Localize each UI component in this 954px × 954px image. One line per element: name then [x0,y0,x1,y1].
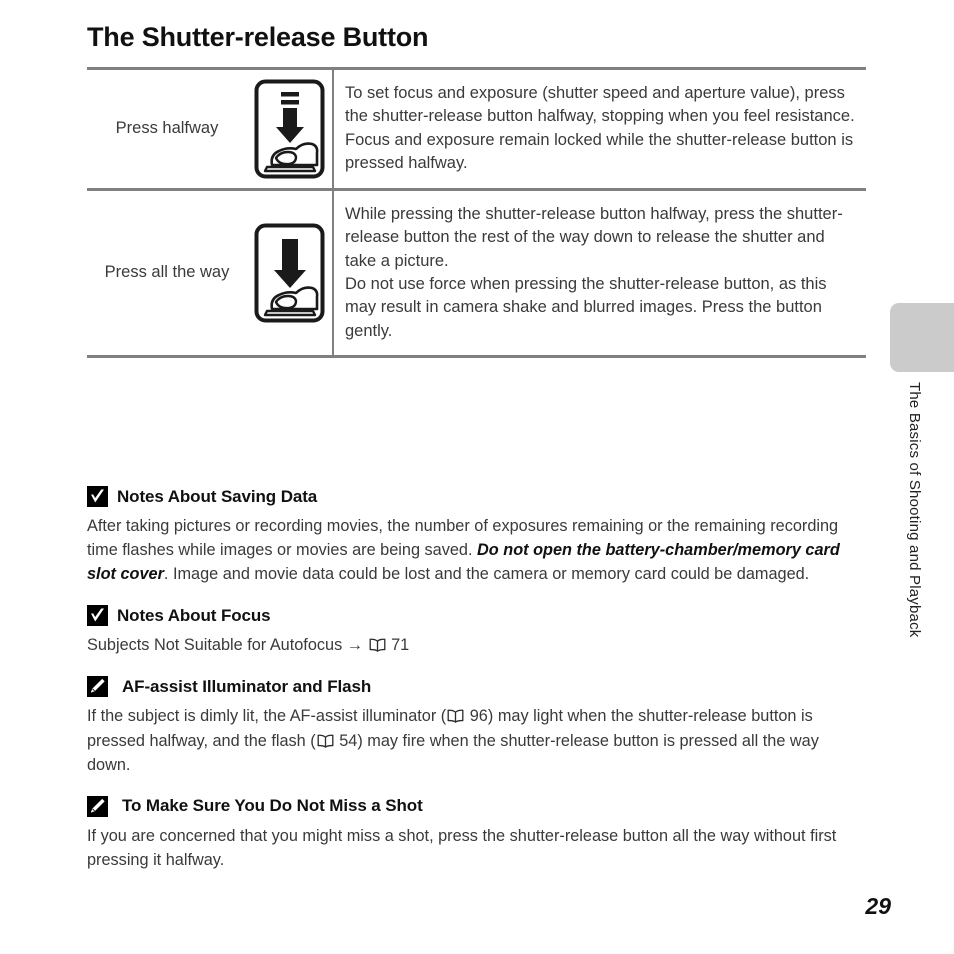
press-all-the-way-icon [247,191,332,356]
table-row-body: While pressing the shutter-release butto… [332,190,866,356]
note-body: If you are concerned that you might miss… [87,826,837,869]
note-text-before: Subjects Not Suitable for Autofocus → [87,636,368,655]
book-reference-icon [369,638,386,653]
table-row-body-text: To set focus and exposure (shutter speed… [345,84,855,173]
note-block-focus: Notes About Focus Subjects Not Suitable … [87,605,866,657]
checkmark-badge-icon [87,605,108,627]
press-halfway-icon [247,70,332,188]
note-title: AF-assist Illuminator and Flash [122,676,372,696]
page-number: 29 [865,893,891,919]
note-text-before: If the subject is dimly lit, the AF-assi… [87,707,447,726]
table-row-label: Press all the way [104,263,230,282]
note-header: To Make Sure You Do Not Miss a Shot [87,795,866,817]
note-block-miss-a-shot: To Make Sure You Do Not Miss a Shot If y… [87,795,866,872]
book-reference-icon [447,709,464,724]
table-row-label: Press halfway [115,119,219,138]
note-block-af-assist: AF-assist Illuminator and Flash If the s… [87,676,866,776]
table-row: Press halfway To set focus and exposure … [87,70,866,188]
note-header: AF-assist Illuminator and Flash [87,676,866,698]
note-body: After taking pictures or recording movie… [87,514,866,586]
note-body: If the subject is dimly lit, the AF-assi… [87,704,866,776]
book-reference-icon [317,734,334,748]
note-title: Notes About Focus [117,605,271,625]
note-title: Notes About Saving Data [117,486,318,506]
table-bottom-rule [87,355,866,359]
note-ref-page-2: 54 [339,731,358,750]
table-row-body: To set focus and exposure (shutter speed… [332,70,866,188]
note-header: Notes About Saving Data [87,486,866,507]
table-row-body-text-2: Do not use force when pressing the shutt… [345,274,827,340]
checkmark-badge-icon [87,486,108,507]
note-text-after: . Image and movie data could be lost and… [163,565,810,584]
shutter-release-table: Press halfway To set focus and exposure … [87,67,866,359]
note-block-saving-data: Notes About Saving Data After taking pic… [87,486,866,586]
chapter-tab-label: The Basics of Shooting and Playback [906,382,923,638]
note-ref-page: 71 [391,636,410,655]
chapter-tab [890,303,954,372]
pencil-badge-icon [87,676,108,698]
note-title: To Make Sure You Do Not Miss a Shot [122,796,423,816]
pencil-badge-icon [87,795,108,817]
note-header: Notes About Focus [87,605,866,627]
table-row-body-text-1: While pressing the shutter-release butto… [345,204,843,270]
notes-section: Notes About Saving Data After taking pic… [87,486,866,891]
document-page: The Shutter-release Button Press halfway… [0,0,954,954]
note-body: Subjects Not Suitable for Autofocus → 71 [87,633,866,657]
note-ref-page-1: 96 [469,707,488,726]
table-row: Press all the way While pressing the shu… [87,190,866,356]
page-title: The Shutter-release Button [87,22,429,52]
